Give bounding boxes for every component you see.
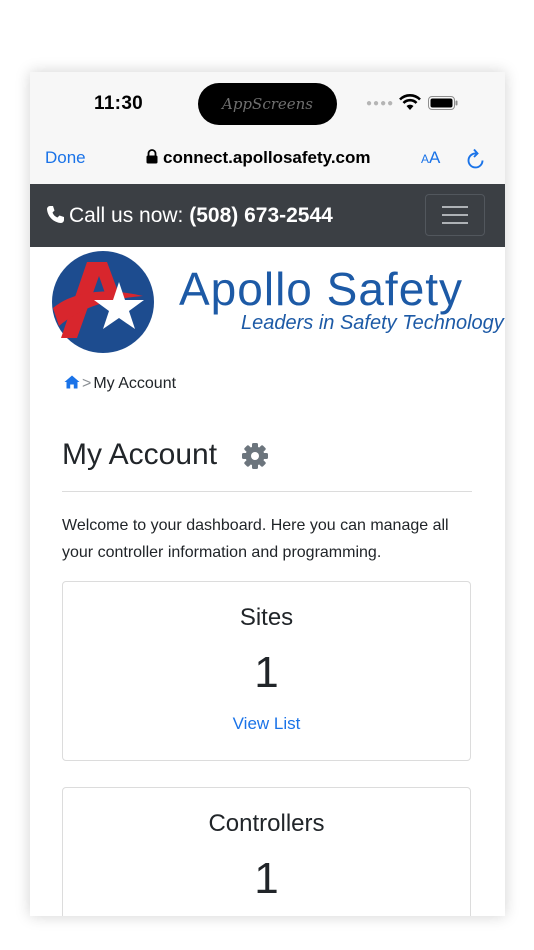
url-text: connect.apollosafety.com	[163, 148, 371, 167]
breadcrumb-current: My Account	[93, 375, 177, 392]
text-size-button[interactable]: AA	[421, 148, 440, 168]
dynamic-island: AppScreens	[198, 83, 337, 125]
signal-icon: ●●●●	[366, 98, 395, 109]
view-sites-link[interactable]: View List	[63, 714, 470, 734]
breadcrumb: > My Account	[64, 375, 176, 393]
done-button[interactable]: Done	[45, 148, 86, 168]
dashboard-intro: Welcome to your dashboard. Here you can …	[62, 517, 449, 561]
page-title: My Account	[62, 438, 218, 471]
call-us-link[interactable]: Call us now: (508) 673-2544	[46, 204, 333, 228]
controllers-card: Controllers 1	[62, 787, 471, 916]
title-divider	[62, 491, 472, 492]
text-size-big-label: A	[429, 148, 441, 167]
sites-count: 1	[254, 648, 279, 697]
phone-screen: 11:30 AppScreens ●●●● Done connect.apoll…	[30, 72, 505, 916]
breadcrumb-separator: >	[82, 375, 92, 392]
menu-line	[442, 222, 468, 224]
address-bar[interactable]: connect.apollosafety.com	[146, 148, 371, 168]
phone-icon	[47, 206, 64, 223]
home-icon[interactable]	[64, 375, 80, 389]
site-top-bar: Call us now: (508) 673-2544	[30, 184, 505, 247]
status-time: 11:30	[94, 93, 144, 114]
battery-icon	[428, 96, 458, 110]
status-bar: 11:30 AppScreens ●●●●	[30, 72, 505, 136]
apollo-logo-icon[interactable]	[51, 250, 155, 354]
reload-icon[interactable]	[466, 148, 486, 170]
menu-line	[442, 214, 468, 216]
controllers-count: 1	[254, 854, 279, 903]
sites-card: Sites 1 View List	[62, 581, 471, 761]
wifi-icon	[399, 94, 421, 110]
browser-toolbar: Done connect.apollosafety.com AA	[30, 136, 505, 184]
gear-icon[interactable]	[241, 442, 269, 470]
menu-line	[442, 206, 468, 208]
lock-icon	[146, 149, 158, 164]
hamburger-menu-button[interactable]	[425, 194, 485, 236]
controllers-card-title: Controllers	[208, 810, 325, 837]
text-size-small-label: A	[421, 152, 430, 166]
brand-tagline: Leaders in Safety Technology	[241, 312, 504, 334]
sites-card-title: Sites	[239, 604, 294, 631]
call-label: Call us now:	[69, 204, 184, 227]
phone-number: (508) 673-2544	[189, 204, 333, 227]
brand-name: Apollo Safety	[179, 263, 464, 315]
